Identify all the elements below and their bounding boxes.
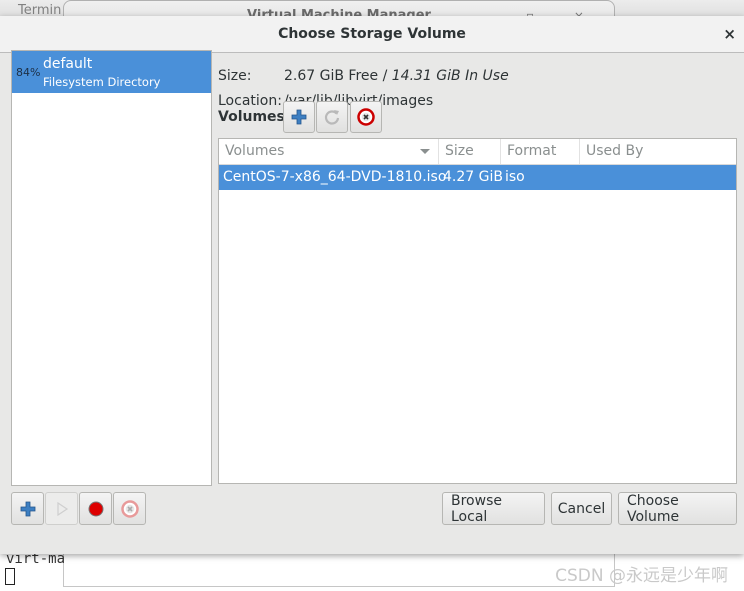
column-header-used-by[interactable]: Used By (580, 139, 736, 164)
stop-pool-button[interactable] (79, 492, 112, 525)
delete-pool-icon (120, 499, 139, 518)
pool-usage-percent: 84% (16, 66, 41, 79)
storage-pool-list[interactable]: 84% default Filesystem Directory (11, 50, 212, 486)
add-icon (291, 109, 307, 125)
dialog-title: Choose Storage Volume (278, 26, 466, 42)
add-pool-button[interactable] (11, 492, 44, 525)
volume-name: CentOS-7-x86_64-DVD-1810.iso (223, 169, 447, 185)
size-free: 2.67 GiB Free (284, 68, 379, 84)
stop-pool-icon (88, 501, 103, 516)
refresh-volumes-button[interactable] (316, 101, 348, 133)
dialog-titlebar: Choose Storage Volume × (0, 16, 744, 53)
delete-volume-button[interactable] (350, 101, 382, 133)
refresh-icon (324, 110, 340, 125)
table-row[interactable]: CentOS-7-x86_64-DVD-1810.iso 4.27 GiB is… (219, 165, 736, 190)
volume-size: 4.27 GiB (443, 169, 503, 185)
start-pool-button[interactable] (45, 492, 78, 525)
volumes-table-header: Volumes Size Format Used By (219, 139, 736, 165)
choose-volume-button[interactable]: Choose Volume (618, 492, 737, 525)
close-icon[interactable]: × (723, 25, 736, 43)
volumes-label: Volumes (218, 109, 285, 125)
start-pool-icon (56, 501, 68, 516)
delete-icon (357, 108, 375, 126)
sort-descending-icon (420, 149, 430, 154)
pool-item-default[interactable]: 84% default Filesystem Directory (12, 51, 211, 93)
pool-type: Filesystem Directory (43, 75, 161, 89)
location-label: Location: (218, 93, 282, 109)
column-header-format[interactable]: Format (501, 139, 580, 164)
column-header-size[interactable]: Size (439, 139, 501, 164)
size-label: Size: (218, 68, 252, 84)
terminal-cursor (5, 568, 15, 585)
column-header-volumes[interactable]: Volumes (219, 139, 439, 164)
add-pool-icon (20, 501, 35, 516)
browse-local-button[interactable]: Browse Local (442, 492, 545, 525)
volume-format: iso (505, 169, 525, 185)
cancel-button[interactable]: Cancel (551, 492, 612, 525)
size-value: 2.67 GiB Free / 14.31 GiB In Use (284, 68, 509, 84)
size-separator: / (378, 68, 392, 84)
add-volume-button[interactable] (283, 101, 315, 133)
volumes-table[interactable]: Volumes Size Format Used By CentOS-7-x86… (218, 138, 737, 484)
delete-pool-button[interactable] (113, 492, 146, 525)
vmm-window-body (63, 553, 615, 587)
watermark: CSDN @永远是少年啊 (555, 566, 728, 586)
pool-name: default (43, 56, 93, 72)
size-in-use: 14.31 GiB In Use (391, 68, 509, 84)
